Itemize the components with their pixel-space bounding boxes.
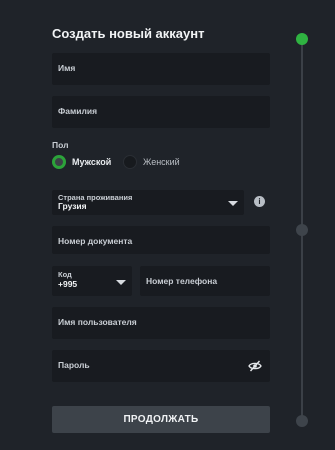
progress-step-3	[296, 415, 308, 427]
gender-female-label: Женский	[143, 157, 180, 167]
last-name-field[interactable]: Фамилия	[52, 96, 270, 128]
password-field[interactable]: Пароль	[52, 350, 270, 382]
info-icon[interactable]: i	[254, 196, 265, 207]
page-title: Создать новый аккаунт	[52, 26, 205, 41]
username-field[interactable]: Имя пользователя	[52, 307, 270, 339]
progress-step-2	[296, 224, 308, 236]
username-placeholder: Имя пользователя	[58, 317, 137, 327]
chevron-down-icon	[228, 201, 238, 206]
gender-label: Пол	[52, 140, 69, 150]
phone-number-field[interactable]: Номер телефона	[140, 266, 270, 296]
document-number-field[interactable]: Номер документа	[52, 226, 270, 254]
eye-slash-icon[interactable]	[248, 359, 262, 372]
phone-code-label: Код	[58, 270, 72, 279]
radio-selected-icon	[52, 155, 66, 169]
phone-code-value: +995	[58, 279, 78, 289]
radio-unselected-icon	[123, 155, 137, 169]
password-placeholder: Пароль	[58, 360, 90, 370]
first-name-field[interactable]: Имя	[52, 53, 270, 85]
country-select[interactable]: Страна проживания Грузия	[52, 190, 244, 215]
country-value: Грузия	[58, 201, 87, 211]
gender-radio-male[interactable]: Мужской	[52, 154, 111, 170]
phone-number-placeholder: Номер телефона	[146, 276, 218, 286]
gender-male-label: Мужской	[72, 157, 112, 167]
progress-step-1	[296, 33, 308, 45]
phone-code-select[interactable]: Код +995	[52, 266, 132, 296]
chevron-down-icon	[116, 280, 126, 285]
continue-button[interactable]: ПРОДОЛЖАТЬ	[52, 406, 270, 433]
first-name-placeholder: Имя	[58, 63, 76, 73]
last-name-placeholder: Фамилия	[58, 106, 98, 116]
gender-radio-female[interactable]: Женский	[123, 154, 180, 170]
document-number-placeholder: Номер документа	[58, 236, 133, 246]
